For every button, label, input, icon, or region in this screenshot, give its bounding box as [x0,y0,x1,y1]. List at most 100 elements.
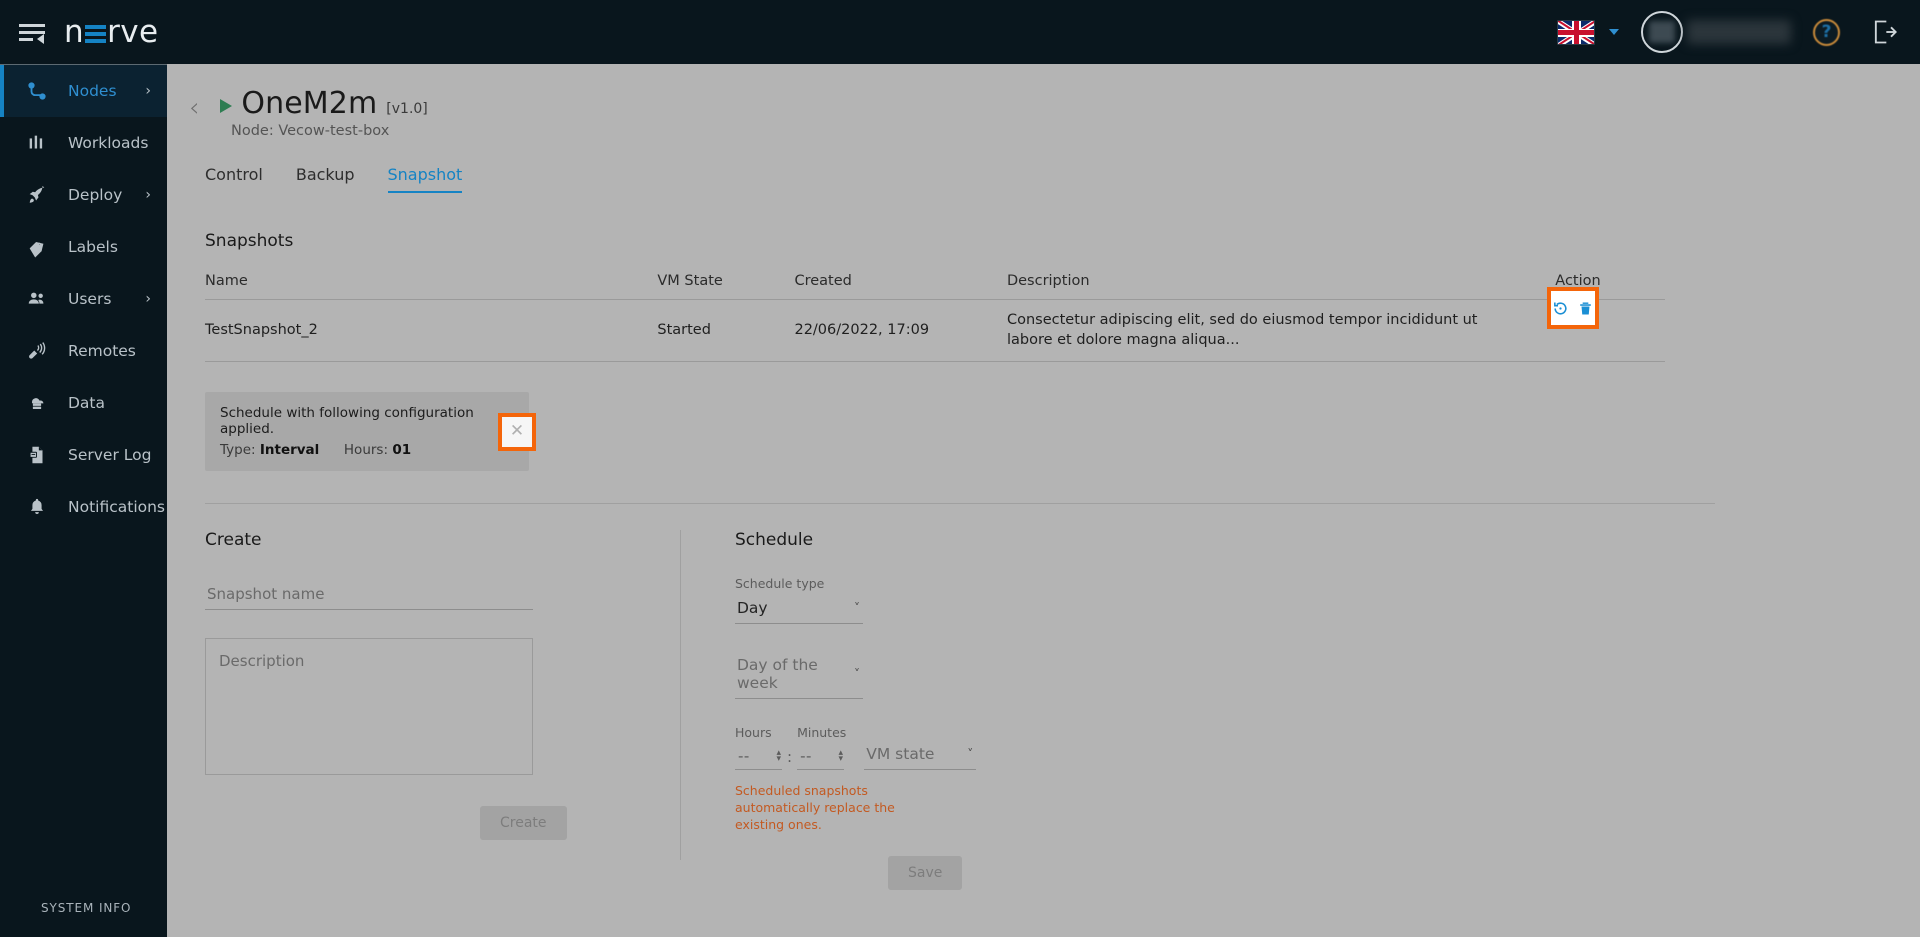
page-version: [v1.0] [386,101,428,117]
banner-message: Schedule with following configuration ap… [220,405,474,438]
save-button[interactable]: Save [888,855,963,890]
cell-created: 22/06/2022, 17:09 [794,299,1007,363]
deploy-icon [26,184,56,206]
minutes-stepper[interactable]: -- ▴ ▾ [797,747,845,771]
banner-hours-value: 01 [392,442,412,459]
sidebar-item-label: Data [68,394,106,412]
username-label [1687,20,1791,44]
column-header-created: Created [794,273,1007,300]
time-colon: : [787,748,793,767]
back-button[interactable]: ‹ [189,95,199,121]
banner-type-label: Type: [220,442,256,459]
spinner-icon[interactable]: ▴ ▾ [839,749,844,764]
sidebar-item-label: Workloads [68,134,149,152]
tab-backup[interactable]: Backup [296,165,355,193]
cell-snapshot-name: TestSnapshot_2 [205,299,658,363]
sidebar-item-label: Deploy [68,186,123,204]
sidebar-item-label: Server Log [68,446,152,464]
table-header-row: Name VM State Created Description Action [205,273,1665,300]
banner-type-value: Interval [259,442,320,459]
sidebar-item-label: Labels [68,238,118,256]
banner-hours-label: Hours: [343,442,389,459]
remotes-icon [26,340,56,362]
question-mark-icon[interactable]: ? [1813,18,1840,46]
day-of-week-select[interactable]: Day of the week ˅ [735,654,863,700]
section-divider [205,503,1715,505]
sidebar-item-data[interactable]: Data [0,377,167,429]
minutes-label: Minutes [797,725,847,741]
sidebar-item-workloads[interactable]: Workloads [0,117,167,169]
vm-state-value: VM state [866,745,935,764]
app-root: n rve ? Nodes › Workloads Deploy › Label… [0,0,1920,937]
bell-icon [26,496,56,518]
uk-flag-icon[interactable] [1557,19,1595,45]
schedule-heading: Schedule [735,530,814,551]
page-title: OneM2m [241,86,378,121]
snapshot-description-input[interactable] [205,638,533,776]
bottom-panels: Create Create Schedule Schedule type Day… [205,530,1920,890]
users-icon [26,288,56,310]
sidebar-item-server-log[interactable]: Server Log [0,429,167,481]
main-content: ‹ OneM2m [v1.0] Node: Vecow-test-box Con… [167,64,1920,937]
node-label: Node: Vecow-test-box [231,123,390,139]
create-button[interactable]: Create [480,806,567,841]
column-header-vm-state: VM State [657,273,795,300]
chevron-right-icon: › [145,83,151,99]
running-play-icon [220,99,233,113]
workloads-icon [26,132,56,154]
create-heading: Create [205,530,262,551]
schedule-type-label: Schedule type [735,576,825,592]
sidebar-item-labels[interactable]: Labels [0,221,167,273]
snapshot-name-input[interactable] [205,585,533,611]
nodes-icon [26,80,56,102]
banner-details: Type: Interval Hours: 01 [220,442,529,458]
restore-icon[interactable] [1552,300,1569,317]
chevron-down-icon[interactable] [1609,29,1619,35]
tab-snapshot[interactable]: Snapshot [387,165,463,193]
chevron-down-icon: ˅ [854,601,860,616]
delete-icon[interactable] [1577,300,1594,317]
tab-bar: Control Backup Snapshot [205,165,1920,193]
top-bar: n rve ? [0,0,1920,64]
close-icon: ✕ [509,421,525,442]
day-of-week-value: Day of the week [737,656,818,693]
sidebar-item-label: Users [68,290,112,308]
banner-close-button[interactable]: ✕ [498,412,536,451]
sidebar-item-notifications[interactable]: Notifications [0,481,167,533]
cell-vm-state: Started [657,299,795,363]
spinner-icon[interactable]: ▴ ▾ [776,749,781,764]
chevron-down-icon: ˅ [854,667,860,682]
sidebar-item-label: Nodes [68,82,117,100]
user-avatar[interactable] [1641,11,1683,53]
system-info-label[interactable]: SYSTEM INFO [0,901,167,937]
vm-state-select[interactable]: VM state ˅ [864,743,977,771]
schedule-type-value: Day [737,599,768,618]
top-bar-right: ? [1557,11,1920,53]
hours-stepper[interactable]: -- ▴ ▾ [735,747,782,771]
table-row: TestSnapshot_2 Started 22/06/2022, 17:09… [205,287,1665,363]
schedule-type-select[interactable]: Day ˅ [735,597,863,625]
sidebar-item-remotes[interactable]: Remotes [0,325,167,377]
labels-icon [26,236,56,258]
hours-value: -- [738,747,750,766]
schedule-applied-banner: Schedule with following configuration ap… [205,392,536,472]
schedule-warning-text: Scheduled snapshots automatically replac… [735,783,895,832]
sidebar: Nodes › Workloads Deploy › Labels Users … [0,64,167,937]
sidebar-item-nodes[interactable]: Nodes › [0,65,167,117]
snapshots-table: Name VM State Created Description Action… [205,273,1665,363]
data-cloud-icon [26,392,56,414]
logo-text-post: rve [107,14,159,50]
chevron-right-icon: › [145,291,151,307]
cell-actions [1547,287,1665,363]
nerve-logo: n rve [64,14,158,50]
hamburger-collapse-icon[interactable] [16,17,50,47]
sidebar-item-label: Remotes [68,342,136,360]
page-header: ‹ OneM2m [v1.0] [167,64,1920,121]
sidebar-item-deploy[interactable]: Deploy › [0,169,167,221]
sidebar-item-label: Notifications [68,498,166,516]
time-row: Hours -- ▴ ▾ : Minutes -- ▴ ▾ VM state ˅ [735,725,1165,771]
sidebar-item-users[interactable]: Users › [0,273,167,325]
tab-control[interactable]: Control [205,165,263,193]
chevron-down-icon: ˅ [967,747,974,762]
logout-icon[interactable] [1870,18,1898,46]
